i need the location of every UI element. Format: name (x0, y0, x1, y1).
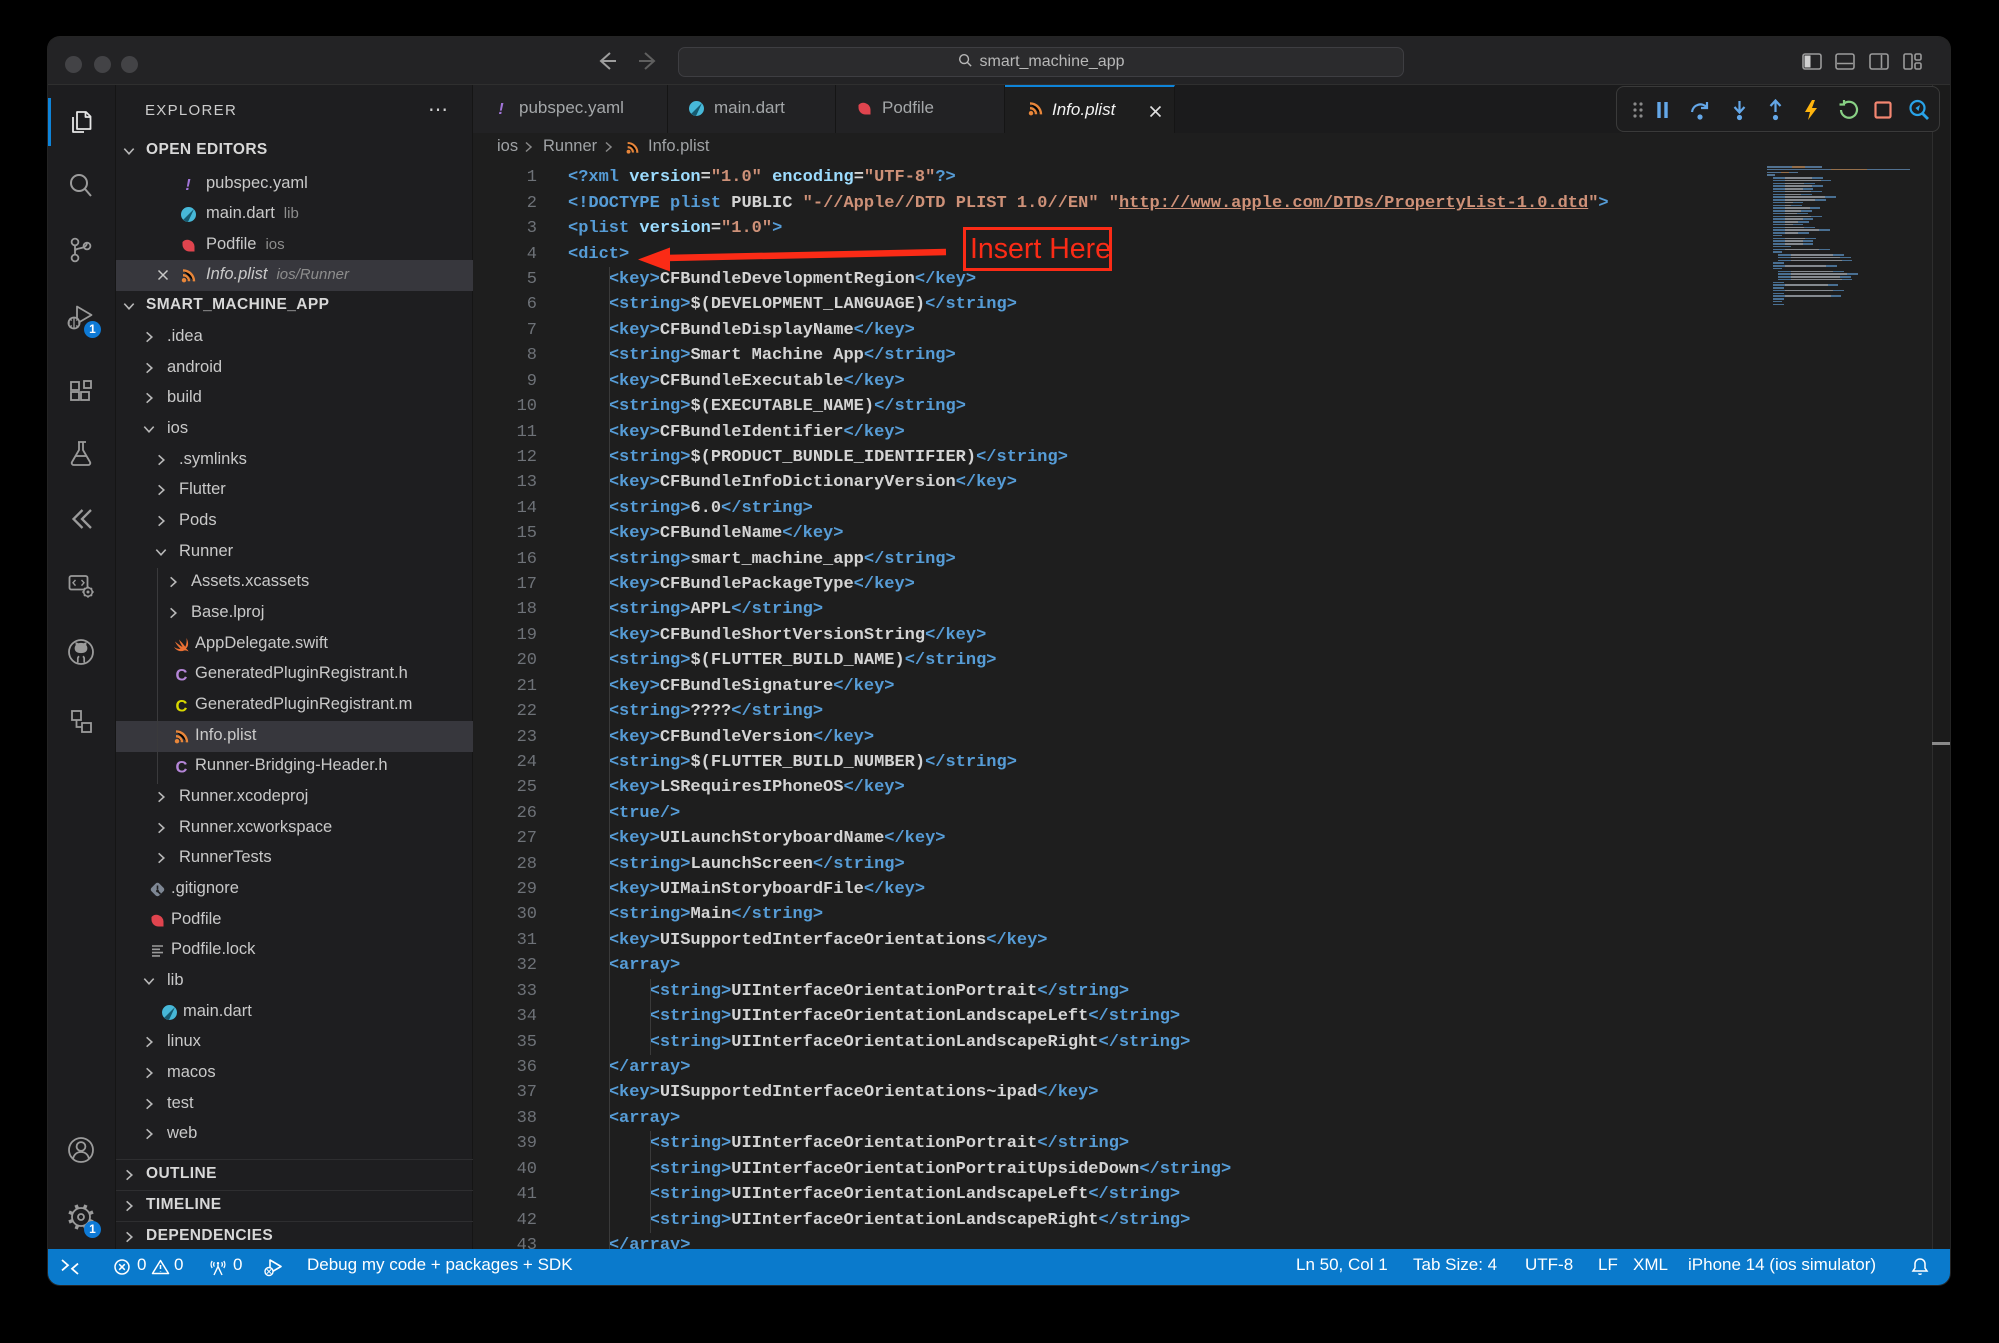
svg-text:!: ! (185, 177, 191, 193)
svg-text:!: ! (498, 101, 504, 117)
svg-text:C: C (176, 667, 188, 684)
svg-text:C: C (176, 759, 188, 776)
svg-text:C: C (176, 697, 188, 714)
